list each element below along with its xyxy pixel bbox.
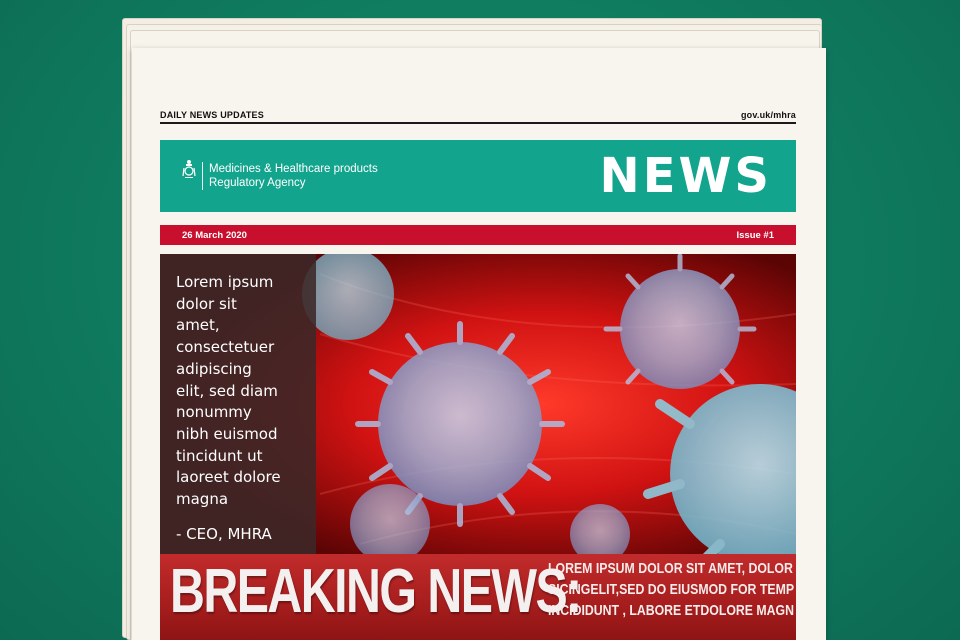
website-link: gov.uk/mhra <box>740 110 796 120</box>
ticker-line: LOREM IPSUM DOLOR SIT AMET, DOLOR CONUS <box>548 560 794 577</box>
mhra-logo: Medicines & Healthcare products Regulato… <box>182 156 378 196</box>
quote-line: nibh euismod <box>176 424 278 443</box>
agency-line-2: Regulatory Agency <box>209 177 306 189</box>
ticker-line: INCIDIDUNT , LABORE ETDOLORE MAGNA ADD <box>548 602 794 619</box>
date-bar: 26 March 2020 Issue #1 <box>160 225 796 245</box>
royal-crest-icon <box>182 156 196 196</box>
quote-author: - CEO, MHRA <box>176 524 272 543</box>
quote-line: amet, <box>176 316 220 335</box>
ticker-line: SICINGELIT,SED DO EIUSMOD FOR TEMPO IN T… <box>548 581 794 598</box>
news-ticker: LOREM IPSUM DOLOR SIT AMET, DOLOR CONUS … <box>548 558 794 621</box>
issue-date: 26 March 2020 <box>182 229 247 241</box>
breaking-news-title: BREAKING NEWS: <box>170 557 582 626</box>
masthead: Medicines & Healthcare products Regulato… <box>160 140 796 212</box>
quote-line: nonummy <box>176 403 252 422</box>
daily-news-label: DAILY NEWS UPDATES <box>160 110 264 120</box>
agency-line-1: Medicines & Healthcare products <box>209 163 378 175</box>
issue-number: Issue #1 <box>736 229 775 241</box>
breaking-news-banner: BREAKING NEWS: LOREM IPSUM DOLOR SIT AME… <box>160 554 796 640</box>
ceo-quote: Lorem ipsum dolor sit amet, consectetuer… <box>176 272 306 511</box>
quote-line: dolor sit <box>176 294 237 313</box>
quote-line: elit, sed diam <box>176 381 278 400</box>
front-page: DAILY NEWS UPDATES gov.uk/mhra Medicines… <box>132 48 826 640</box>
top-line: DAILY NEWS UPDATES gov.uk/mhra <box>160 110 796 124</box>
news-title: NEWS <box>599 148 772 204</box>
agency-name: Medicines & Healthcare products Regulato… <box>202 162 378 190</box>
hero-image: Lorem ipsum dolor sit amet, consectetuer… <box>160 254 796 554</box>
quote-line: magna <box>176 490 229 509</box>
quote-line: Lorem ipsum <box>176 273 274 291</box>
quote-box: Lorem ipsum dolor sit amet, consectetuer… <box>160 254 316 554</box>
newspaper: DAILY NEWS UPDATES gov.uk/mhra Medicines… <box>120 18 826 640</box>
quote-line: laoreet dolore <box>176 468 281 487</box>
quote-line: adipiscing <box>176 359 252 378</box>
quote-line: tincidunt ut <box>176 446 263 465</box>
quote-line: consectetuer <box>176 338 275 357</box>
